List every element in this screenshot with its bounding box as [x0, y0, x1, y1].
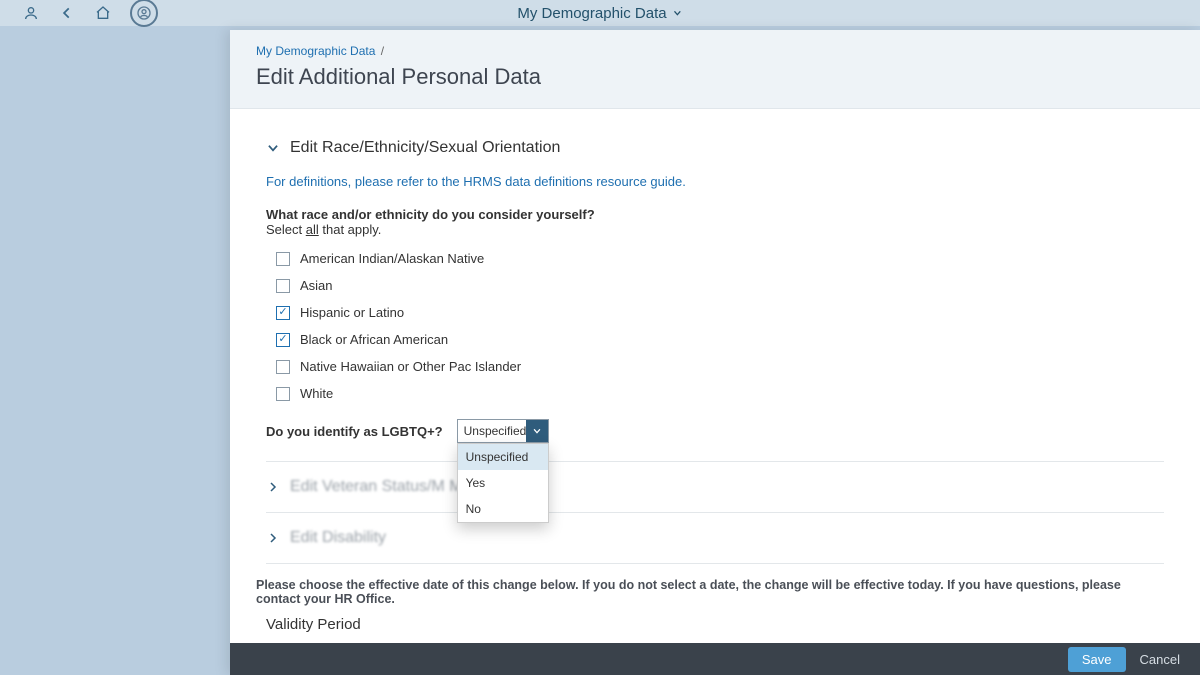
race-checkbox-label: Black or African American	[300, 332, 448, 347]
org-seal-icon	[130, 0, 158, 27]
top-bar: My Demographic Data	[0, 0, 1200, 26]
race-sub-pre: Select	[266, 222, 306, 237]
race-checkbox-row: American Indian/Alaskan Native	[276, 251, 1164, 266]
footer-bar: Save Cancel	[230, 643, 1200, 675]
save-button[interactable]: Save	[1068, 647, 1126, 672]
race-checkbox-row: Hispanic or Latino	[276, 305, 1164, 320]
effective-date-note: Please choose the effective date of this…	[256, 578, 1164, 606]
back-icon[interactable]	[58, 4, 76, 22]
race-sub-all: all	[306, 222, 319, 237]
lgbtq-option[interactable]: Unspecified	[458, 444, 548, 470]
race-checkbox-label: Hispanic or Latino	[300, 305, 404, 320]
lgbtq-select-value: Unspecified	[458, 424, 527, 438]
section-race-header[interactable]: Edit Race/Ethnicity/Sexual Orientation	[266, 139, 1164, 157]
race-checkbox-label: Asian	[300, 278, 333, 293]
chevron-down-icon	[526, 420, 547, 442]
page-title: Edit Additional Personal Data	[256, 64, 1174, 90]
card-body: Edit Race/Ethnicity/Sexual Orientation F…	[230, 109, 1200, 673]
race-checkbox[interactable]	[276, 333, 290, 347]
chevron-down-icon	[673, 8, 683, 18]
race-checkbox[interactable]	[276, 360, 290, 374]
lgbtq-option[interactable]: Yes	[458, 470, 548, 496]
race-checkbox-row: White	[276, 386, 1164, 401]
breadcrumb-sep: /	[377, 44, 384, 58]
race-checkbox-group: American Indian/Alaskan Native Asian Hispa…	[266, 251, 1164, 401]
section-disability-title: Edit Disability	[290, 529, 386, 547]
definitions-link[interactable]: For definitions, please refer to the HRM…	[266, 174, 686, 189]
lgbtq-option[interactable]: No	[458, 496, 548, 522]
app-title-dropdown[interactable]: My Demographic Data	[517, 5, 682, 22]
card-header: My Demographic Data / Edit Additional Pe…	[230, 30, 1200, 109]
race-checkbox-label: White	[300, 386, 333, 401]
validity-period-title: Validity Period	[266, 616, 1164, 633]
race-checkbox[interactable]	[276, 306, 290, 320]
race-checkbox-row: Black or African American	[276, 332, 1164, 347]
cancel-button[interactable]: Cancel	[1140, 652, 1180, 667]
race-question-sub: Select all that apply.	[266, 222, 1164, 237]
lgbtq-question: Do you identify as LGBTQ+?	[266, 424, 443, 439]
lgbtq-select-wrap: Unspecified UnspecifiedYesNo	[457, 419, 549, 443]
lgbtq-dropdown: UnspecifiedYesNo	[457, 443, 549, 523]
race-checkbox[interactable]	[276, 387, 290, 401]
app-title-text: My Demographic Data	[517, 5, 666, 22]
section-disability-header[interactable]: Edit Disability	[266, 513, 1164, 564]
lgbtq-select[interactable]: Unspecified	[457, 419, 549, 443]
breadcrumb: My Demographic Data /	[256, 44, 1174, 58]
chevron-right-icon	[266, 531, 280, 545]
race-checkbox-label: Native Hawaiian or Other Pac Islander	[300, 359, 521, 374]
race-checkbox-row: Native Hawaiian or Other Pac Islander	[276, 359, 1164, 374]
chevron-down-icon	[266, 141, 280, 155]
user-icon[interactable]	[22, 4, 40, 22]
breadcrumb-link[interactable]: My Demographic Data	[256, 44, 375, 58]
chevron-right-icon	[266, 480, 280, 494]
section-race-title: Edit Race/Ethnicity/Sexual Orientation	[290, 139, 560, 157]
lgbtq-row: Do you identify as LGBTQ+? Unspecified U…	[266, 419, 1164, 462]
home-icon[interactable]	[94, 4, 112, 22]
main-card: My Demographic Data / Edit Additional Pe…	[230, 30, 1200, 675]
race-question: What race and/or ethnicity do you consid…	[266, 207, 1164, 222]
race-checkbox-row: Asian	[276, 278, 1164, 293]
race-checkbox[interactable]	[276, 252, 290, 266]
section-veteran-header[interactable]: Edit Veteran Status/M Military	[266, 462, 1164, 513]
topbar-left-icons	[0, 0, 158, 27]
race-checkbox-label: American Indian/Alaskan Native	[300, 251, 484, 266]
race-checkbox[interactable]	[276, 279, 290, 293]
race-sub-post: that apply.	[319, 222, 382, 237]
